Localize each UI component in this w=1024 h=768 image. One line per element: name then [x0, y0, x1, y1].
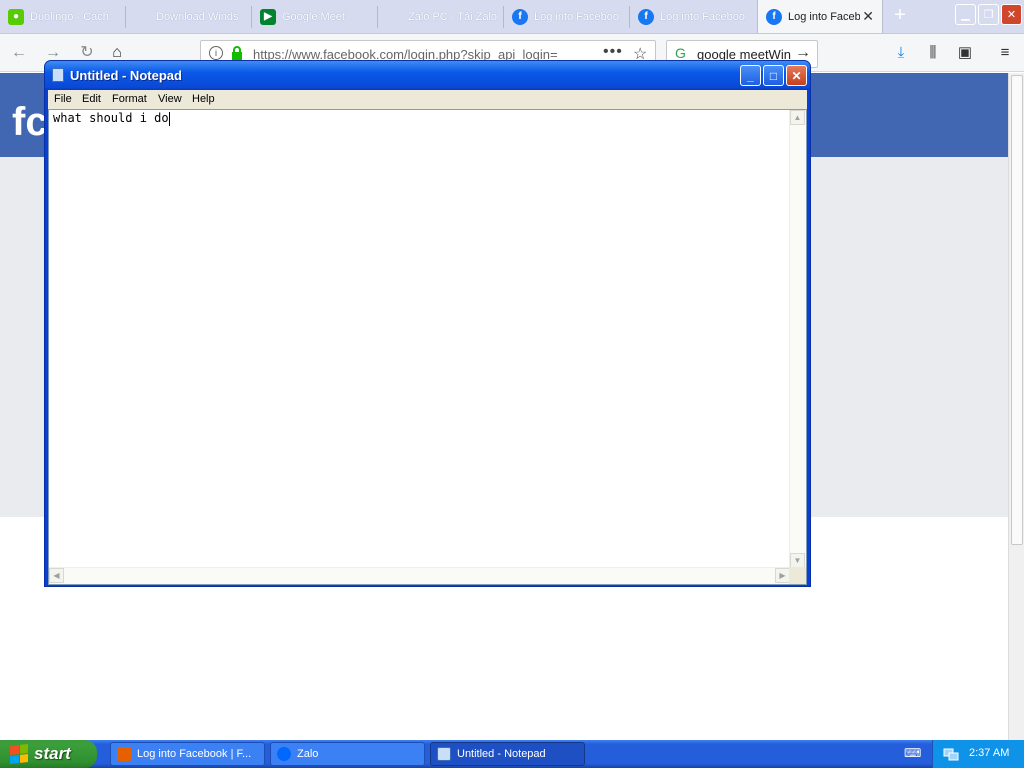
maximize-button[interactable]: □	[763, 65, 784, 86]
library-icon[interactable]: ⫼	[922, 42, 944, 64]
menu-edit[interactable]: Edit	[82, 93, 101, 105]
facebook-logo[interactable]: fc	[12, 100, 48, 145]
scroll-right-icon[interactable]: ▶	[775, 568, 790, 583]
system-tray: 2:37 AM	[932, 740, 1024, 768]
editor-text: what should i do	[53, 111, 169, 125]
tab-zalo[interactable]: Zalo PC - Tải Zalo	[378, 0, 504, 33]
tab-duolingo[interactable]: ● Duolingo - Cách	[0, 0, 126, 33]
keyboard-icon[interactable]: ⌨	[904, 746, 921, 760]
page-actions-icon[interactable]: •••	[603, 43, 623, 61]
facebook-icon: f	[638, 8, 654, 25]
scroll-left-icon[interactable]: ◀	[49, 568, 64, 583]
windows-logo-icon	[10, 744, 28, 764]
duolingo-icon: ●	[8, 8, 24, 25]
facebook-icon: f	[512, 8, 528, 25]
vertical-scrollbar[interactable]: ▲ ▼	[789, 110, 806, 568]
taskbar-item-facebook[interactable]: Log into Facebook | F...	[110, 742, 265, 766]
start-button[interactable]: start	[0, 740, 97, 768]
menu-view[interactable]: View	[158, 93, 182, 105]
horizontal-scrollbar[interactable]: ◀ ▶	[49, 567, 790, 584]
browser-close-button[interactable]: ✕	[1001, 4, 1022, 25]
notepad-titlebar[interactable]: Untitled - Notepad _ □ ✕	[45, 61, 810, 90]
notepad-window: Untitled - Notepad _ □ ✕ File Edit Forma…	[44, 60, 811, 587]
tab-facebook-active[interactable]: f Log into Faceb ✕	[757, 0, 883, 33]
firefox-icon	[117, 747, 131, 761]
sidebar-icon[interactable]: ▣	[954, 42, 976, 64]
tab-download-windows[interactable]: Download Winds	[126, 0, 252, 33]
search-engine-icon[interactable]: G	[675, 45, 686, 61]
menu-bar: File Edit Format View Help	[48, 90, 807, 109]
tab-facebook-1[interactable]: f Log into Faceboo	[504, 0, 630, 33]
network-icon[interactable]	[943, 746, 959, 762]
tab-bar: ● Duolingo - Cách Download Winds ▶ Googl…	[0, 0, 1024, 34]
lock-icon[interactable]	[231, 46, 243, 60]
back-icon[interactable]: ←	[8, 42, 30, 64]
menu-format[interactable]: Format	[112, 93, 147, 105]
notepad-title: Untitled - Notepad	[70, 68, 182, 83]
page-scrollbar[interactable]	[1008, 73, 1024, 740]
menu-file[interactable]: File	[54, 93, 72, 105]
taskbar-item-zalo[interactable]: Zalo	[270, 742, 425, 766]
tab-facebook-2[interactable]: f Log into Faceboo	[630, 0, 756, 33]
browser-minimize-button[interactable]: ▁	[955, 4, 976, 25]
minimize-button[interactable]: _	[740, 65, 761, 86]
tab-google-meet[interactable]: ▶ Google Meet	[252, 0, 378, 33]
taskbar: start Log into Facebook | F... Zalo Unti…	[0, 740, 1024, 768]
scroll-down-icon[interactable]: ▼	[790, 553, 805, 568]
new-tab-button[interactable]: +	[888, 4, 912, 28]
text-editor[interactable]: what should i do ▲ ▼ ◀ ▶	[48, 109, 807, 585]
resize-grip[interactable]	[789, 567, 806, 584]
scrollbar-thumb[interactable]	[1011, 75, 1023, 545]
downloads-icon[interactable]: ⤓	[890, 42, 912, 64]
info-icon[interactable]: i	[209, 46, 223, 60]
clock[interactable]: 2:37 AM	[969, 747, 1009, 759]
close-button[interactable]: ✕	[786, 65, 807, 86]
text-caret	[168, 111, 170, 126]
menu-icon[interactable]: ≡	[994, 42, 1016, 64]
windows-icon	[134, 9, 150, 25]
taskbar-item-notepad[interactable]: Untitled - Notepad	[430, 742, 585, 766]
facebook-icon: f	[766, 8, 782, 25]
browser-restore-button[interactable]: ❐	[978, 4, 999, 25]
google-meet-icon: ▶	[260, 8, 276, 25]
notepad-icon	[437, 747, 451, 761]
zalo-icon	[277, 747, 291, 761]
scroll-up-icon[interactable]: ▲	[790, 110, 805, 125]
menu-help[interactable]: Help	[192, 93, 215, 105]
close-tab-icon[interactable]: ✕	[862, 8, 874, 25]
notepad-icon	[52, 68, 64, 82]
